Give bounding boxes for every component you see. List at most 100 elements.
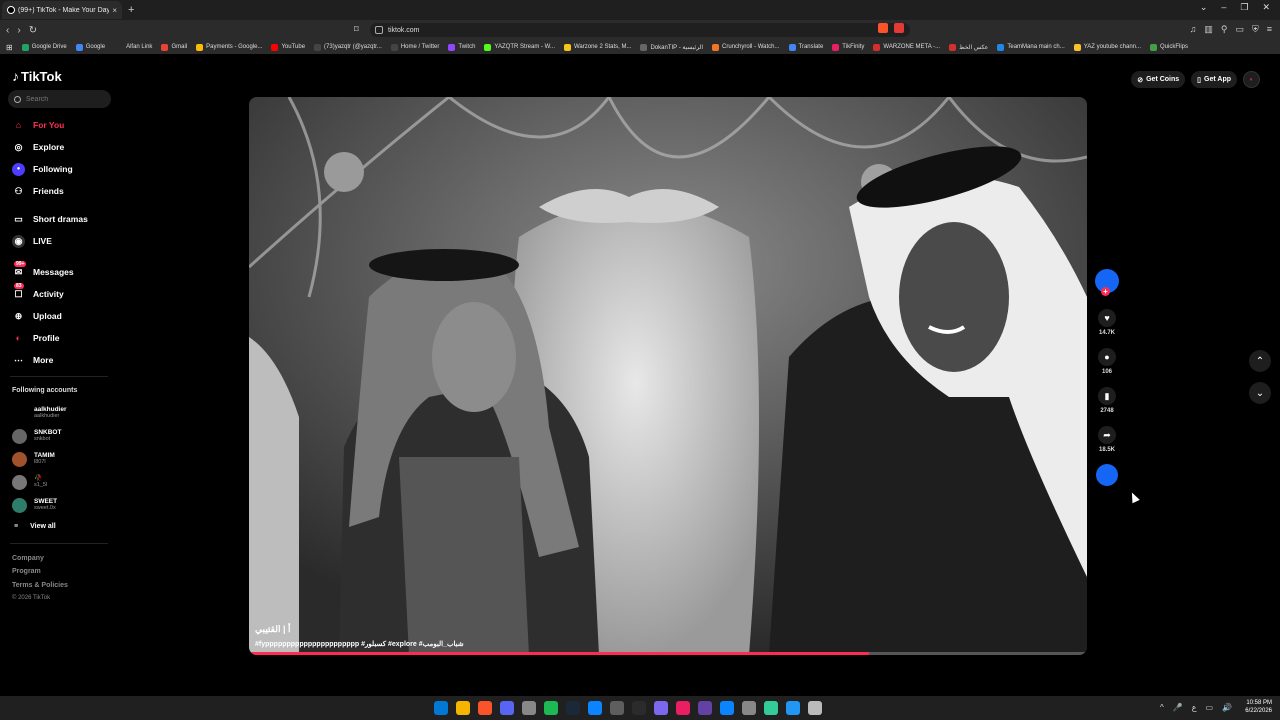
nav-messages[interactable]: ✉ 99+ Messages xyxy=(12,260,112,280)
taskbar-app-icon[interactable] xyxy=(632,701,646,715)
taskbar-app-icon[interactable] xyxy=(698,701,712,715)
nav-activity[interactable]: ☐ 83 Activity xyxy=(12,282,112,302)
profile-avatar-button[interactable]: ◐ xyxy=(1243,71,1260,88)
video-progress-bar[interactable] xyxy=(249,652,1087,655)
search-box[interactable] xyxy=(8,90,111,108)
taskbar-app-icon[interactable] xyxy=(742,701,756,715)
bookmark-item[interactable]: Home / Twitter xyxy=(390,43,439,51)
taskbar-app-icon[interactable] xyxy=(566,701,580,715)
footer-program-link[interactable]: Program xyxy=(12,568,41,575)
following-account[interactable]: aalkhudier aalkhudier xyxy=(12,404,112,422)
bookmark-item[interactable]: QuickFlips xyxy=(1150,43,1188,51)
video-author-caption[interactable]: أ | القتيبي xyxy=(255,624,290,635)
nav-upload[interactable]: ⊕ Upload xyxy=(12,308,112,324)
close-window-button[interactable]: ✕ xyxy=(1262,2,1270,13)
bookmark-item[interactable]: (73)yazqtr (@yazqtr... xyxy=(314,43,382,51)
language-indicator[interactable]: ع xyxy=(1192,703,1197,712)
comment-button[interactable]: ● 106 xyxy=(1093,348,1121,375)
volume-icon[interactable]: 🔊 xyxy=(1222,703,1232,712)
following-account[interactable]: TAMIM l807l xyxy=(12,450,112,468)
share-button[interactable]: ➦ 18.5K xyxy=(1093,426,1121,453)
media-icon[interactable]: ♫ xyxy=(1190,24,1197,35)
reload-icon[interactable]: ↻ xyxy=(29,25,37,36)
tiktok-logo[interactable]: ♪ TikTok xyxy=(12,68,62,84)
search-input[interactable] xyxy=(26,95,106,103)
nav-explore[interactable]: ◎ Explore xyxy=(12,139,112,155)
get-app-button[interactable]: ▯ Get App xyxy=(1191,71,1237,88)
taskbar-app-icon[interactable] xyxy=(478,701,492,715)
view-all-button[interactable]: ≡ View all xyxy=(14,523,56,530)
footer-company-link[interactable]: Company xyxy=(12,555,44,562)
bookmark-item[interactable]: Crunchyroll - Watch... xyxy=(712,43,780,51)
taskbar-app-icon[interactable] xyxy=(522,701,536,715)
get-coins-button[interactable]: ⊘ Get Coins xyxy=(1131,71,1186,88)
menu-icon[interactable]: ≡ xyxy=(1267,24,1272,35)
taskbar-app-icon[interactable] xyxy=(720,701,734,715)
sound-button[interactable] xyxy=(1093,464,1121,486)
following-account[interactable]: SWEET sweet.0x xyxy=(12,496,112,514)
bookmark-item[interactable]: Alfan Link xyxy=(114,44,152,50)
bookmark-item[interactable]: Warzone 2 Stats, M... xyxy=(563,43,631,51)
nav-following[interactable]: ● Following xyxy=(12,161,112,177)
bookmark-item[interactable]: Google xyxy=(75,43,105,51)
taskbar-app-icon[interactable] xyxy=(764,701,778,715)
bookmark-item[interactable]: TikFinity xyxy=(832,43,864,51)
bookmark-page-icon[interactable]: ⌑ xyxy=(354,24,359,35)
video-player[interactable]: أ | القتيبي #fypppppppppppppppppppppp #ك… xyxy=(249,97,1087,655)
nav-more[interactable]: ⋯ More xyxy=(12,352,112,368)
address-bar[interactable]: tiktok.com xyxy=(370,23,910,37)
bookmark-item[interactable]: Gmail xyxy=(161,43,187,51)
next-video-button[interactable]: ⌄ xyxy=(1249,382,1271,404)
bookmark-item[interactable]: Twitch xyxy=(448,43,475,51)
back-icon[interactable]: ‹ xyxy=(6,25,9,36)
save-button[interactable]: ▮ 2748 xyxy=(1093,387,1121,414)
site-info-icon[interactable] xyxy=(375,26,383,34)
previous-video-button[interactable]: ⌃ xyxy=(1249,350,1271,372)
bookmark-item[interactable]: TeamMana main ch... xyxy=(997,43,1065,51)
bookmark-item[interactable]: YAZ youtube chann... xyxy=(1073,43,1141,51)
nav-short-dramas[interactable]: ▭ Short dramas xyxy=(12,211,112,227)
extensions-icon[interactable]: ⚲ xyxy=(1221,24,1228,35)
sidebar-icon[interactable]: ▥ xyxy=(1204,24,1213,35)
forward-icon[interactable]: › xyxy=(17,25,20,36)
bookmark-item[interactable]: Payments - Google... xyxy=(196,43,262,51)
bookmark-item[interactable]: YAZQTR Stream - W... xyxy=(484,43,555,51)
taskbar-app-icon[interactable] xyxy=(588,701,602,715)
taskbar-app-icon[interactable] xyxy=(544,701,558,715)
bookmark-item[interactable]: Translate xyxy=(788,43,823,51)
nav-live[interactable]: ◉ LIVE xyxy=(12,233,112,249)
brave-rewards-icon[interactable] xyxy=(894,23,904,33)
bookmark-item[interactable]: YouTube xyxy=(271,43,305,51)
nav-for-you[interactable]: ⌂ For You xyxy=(12,117,112,133)
taskbar-clock[interactable]: 10:58 PM 6/22/2026 xyxy=(1245,699,1272,715)
bookmark-item[interactable]: Google Drive xyxy=(21,43,67,51)
bookmark-item[interactable]: DokanTIP - الرئيسية xyxy=(640,43,703,51)
like-button[interactable]: ♥ 14.7K xyxy=(1093,309,1121,336)
footer-terms-link[interactable]: Terms & Policies xyxy=(12,582,68,589)
wallet-icon[interactable]: ▭ xyxy=(1235,24,1244,35)
vpn-icon[interactable]: ⛨ xyxy=(1252,24,1259,35)
new-tab-button[interactable]: + xyxy=(128,4,134,16)
follow-plus-icon[interactable]: + xyxy=(1101,287,1110,296)
browser-tab[interactable]: (99+) TikTok - Make Your Day × xyxy=(2,1,122,19)
following-account[interactable]: SNKBOT snkbot xyxy=(12,427,112,445)
nav-profile[interactable]: ◐ Profile xyxy=(12,330,112,346)
microphone-icon[interactable]: 🎤 xyxy=(1173,703,1183,712)
following-account[interactable]: 🥀 s1_5l xyxy=(12,473,112,491)
video-hashtags[interactable]: #fypppppppppppppppppppppp #كسبلور #explo… xyxy=(255,640,464,648)
start-menu-icon[interactable] xyxy=(434,701,448,715)
tab-close-icon[interactable]: × xyxy=(112,6,117,15)
taskbar-app-icon[interactable] xyxy=(456,701,470,715)
brave-shields-icon[interactable] xyxy=(878,23,888,33)
tray-chevron-up-icon[interactable]: ^ xyxy=(1160,703,1164,712)
apps-grid-icon[interactable]: ⊞ xyxy=(6,43,13,52)
minimize-button[interactable]: – xyxy=(1221,2,1226,13)
network-icon[interactable]: ▭ xyxy=(1205,703,1213,712)
taskbar-app-icon[interactable] xyxy=(808,701,822,715)
taskbar-app-icon[interactable] xyxy=(786,701,800,715)
taskbar-app-icon[interactable] xyxy=(500,701,514,715)
nav-friends[interactable]: ⚇ Friends xyxy=(12,183,112,199)
taskbar-app-icon[interactable] xyxy=(676,701,690,715)
bookmark-item[interactable]: WARZONE META -... xyxy=(873,43,940,51)
bookmark-item[interactable]: عكس الخط xyxy=(949,43,988,51)
